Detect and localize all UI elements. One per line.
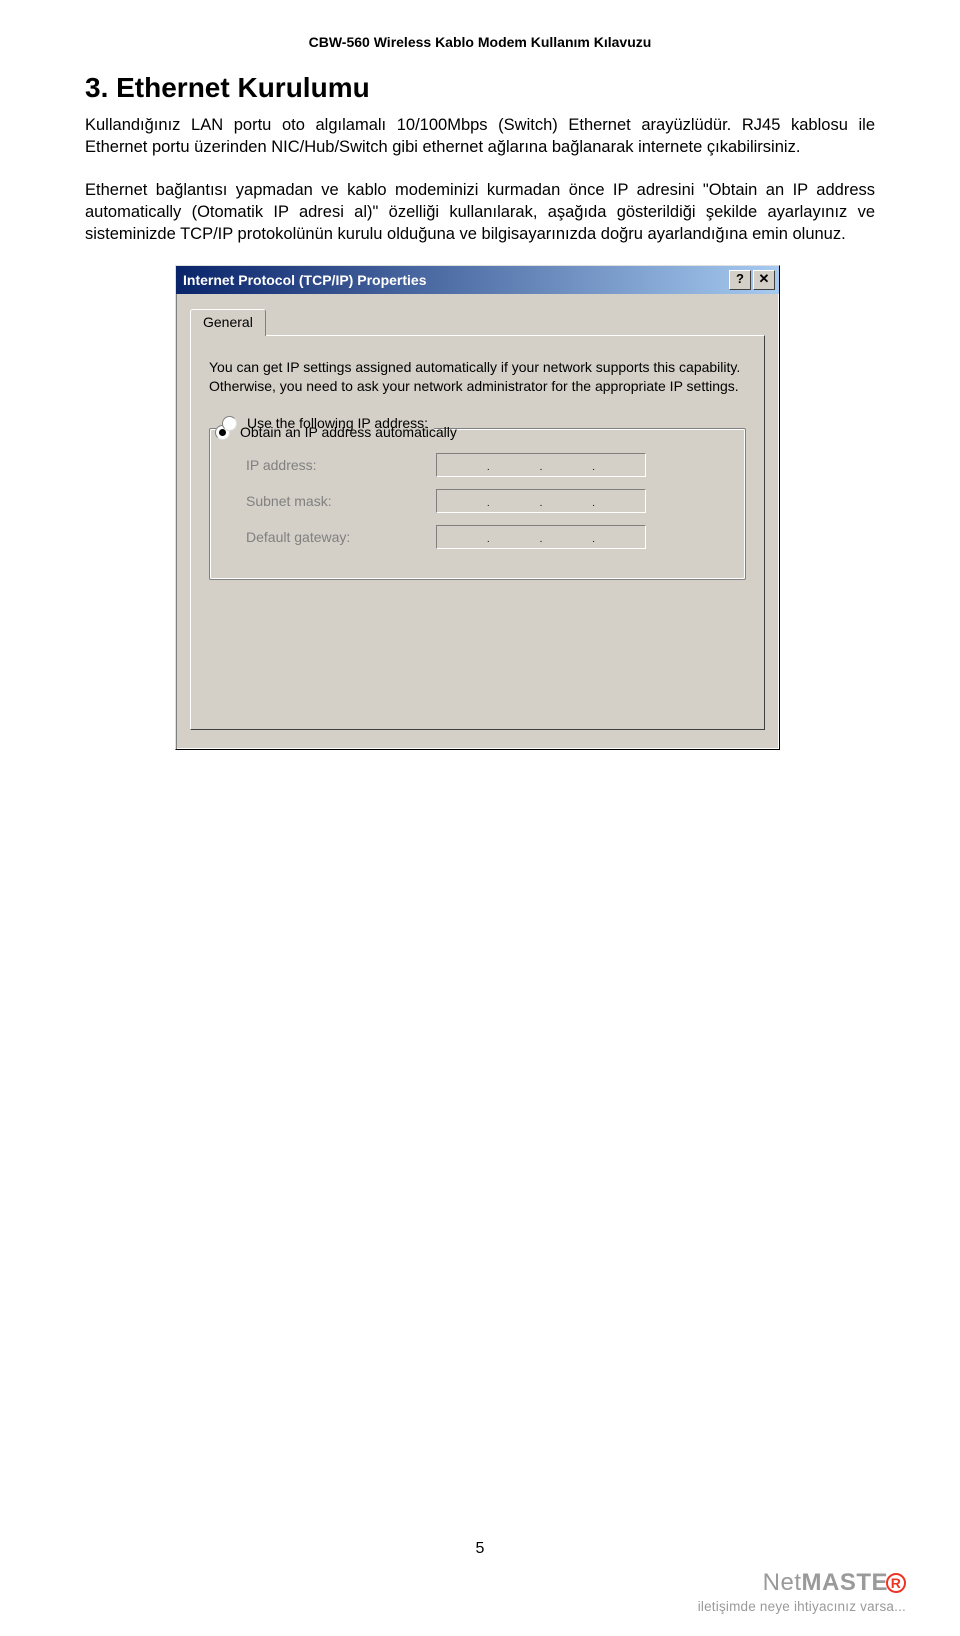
- radio-use-label: Use the following IP address:: [247, 415, 428, 431]
- ip-address-input[interactable]: ...: [436, 453, 646, 477]
- subnet-mask-input[interactable]: ...: [436, 489, 646, 513]
- brand-tagline: iletişimde neye ihtiyacınız varsa...: [698, 1599, 906, 1614]
- default-gateway-input[interactable]: ...: [436, 525, 646, 549]
- document-header: CBW-560 Wireless Kablo Modem Kullanım Kı…: [85, 34, 875, 50]
- page-number: 5: [0, 1540, 960, 1558]
- subnet-mask-label: Subnet mask:: [246, 493, 436, 509]
- default-gateway-label: Default gateway:: [246, 529, 436, 545]
- panel-description: You can get IP settings assigned automat…: [209, 358, 746, 396]
- help-button[interactable]: ?: [729, 270, 751, 290]
- static-ip-group: Use the following IP address: IP address…: [209, 428, 746, 580]
- dialog-title-text: Internet Protocol (TCP/IP) Properties: [180, 272, 729, 288]
- paragraph-intro-2: Ethernet bağlantısı yapmadan ve kablo mo…: [85, 179, 875, 246]
- brand-r-icon: R: [886, 1573, 906, 1593]
- paragraph-intro-1: Kullandığınız LAN portu oto algılamalı 1…: [85, 114, 875, 159]
- radio-indicator-unselected-icon: [222, 416, 237, 431]
- dialog-title-bar: Internet Protocol (TCP/IP) Properties ? …: [176, 266, 779, 294]
- section-title: 3. Ethernet Kurulumu: [85, 72, 875, 104]
- brand-net-text: Net: [763, 1569, 802, 1596]
- dialog-body: General You can get IP settings assigned…: [176, 294, 779, 749]
- footer-brand: NetMASTER iletişimde neye ihtiyacınız va…: [698, 1569, 906, 1614]
- radio-use-following-ip[interactable]: Use the following IP address:: [216, 415, 434, 431]
- tab-general[interactable]: General: [190, 309, 266, 336]
- close-button[interactable]: ✕: [753, 270, 775, 290]
- tab-panel-general: You can get IP settings assigned automat…: [190, 335, 765, 730]
- brand-master-text: MASTE: [802, 1569, 889, 1596]
- ip-address-label: IP address:: [246, 457, 436, 473]
- tcpip-properties-dialog: Internet Protocol (TCP/IP) Properties ? …: [175, 265, 780, 750]
